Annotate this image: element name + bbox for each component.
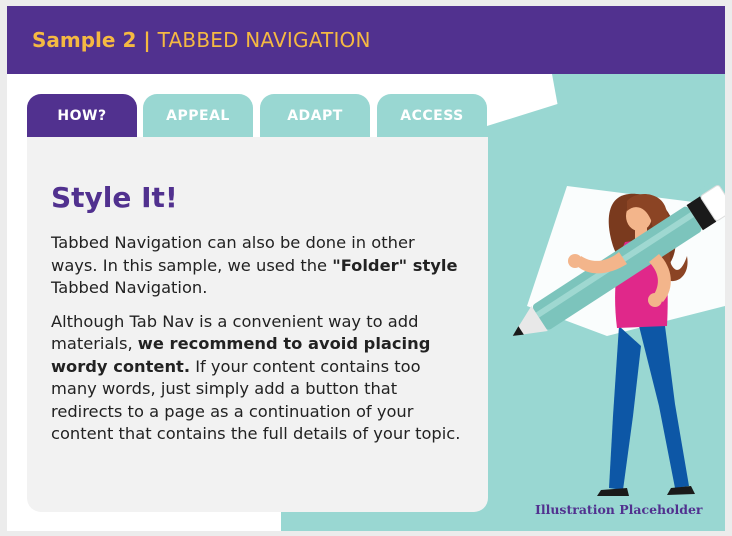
illustration-caption: Illustration Placeholder [535,502,703,517]
woman-with-pencil-illustration [512,185,725,496]
sample-frame: Sample 2 | TABBED NAVIGATION HOW? APPEAL… [7,6,725,531]
